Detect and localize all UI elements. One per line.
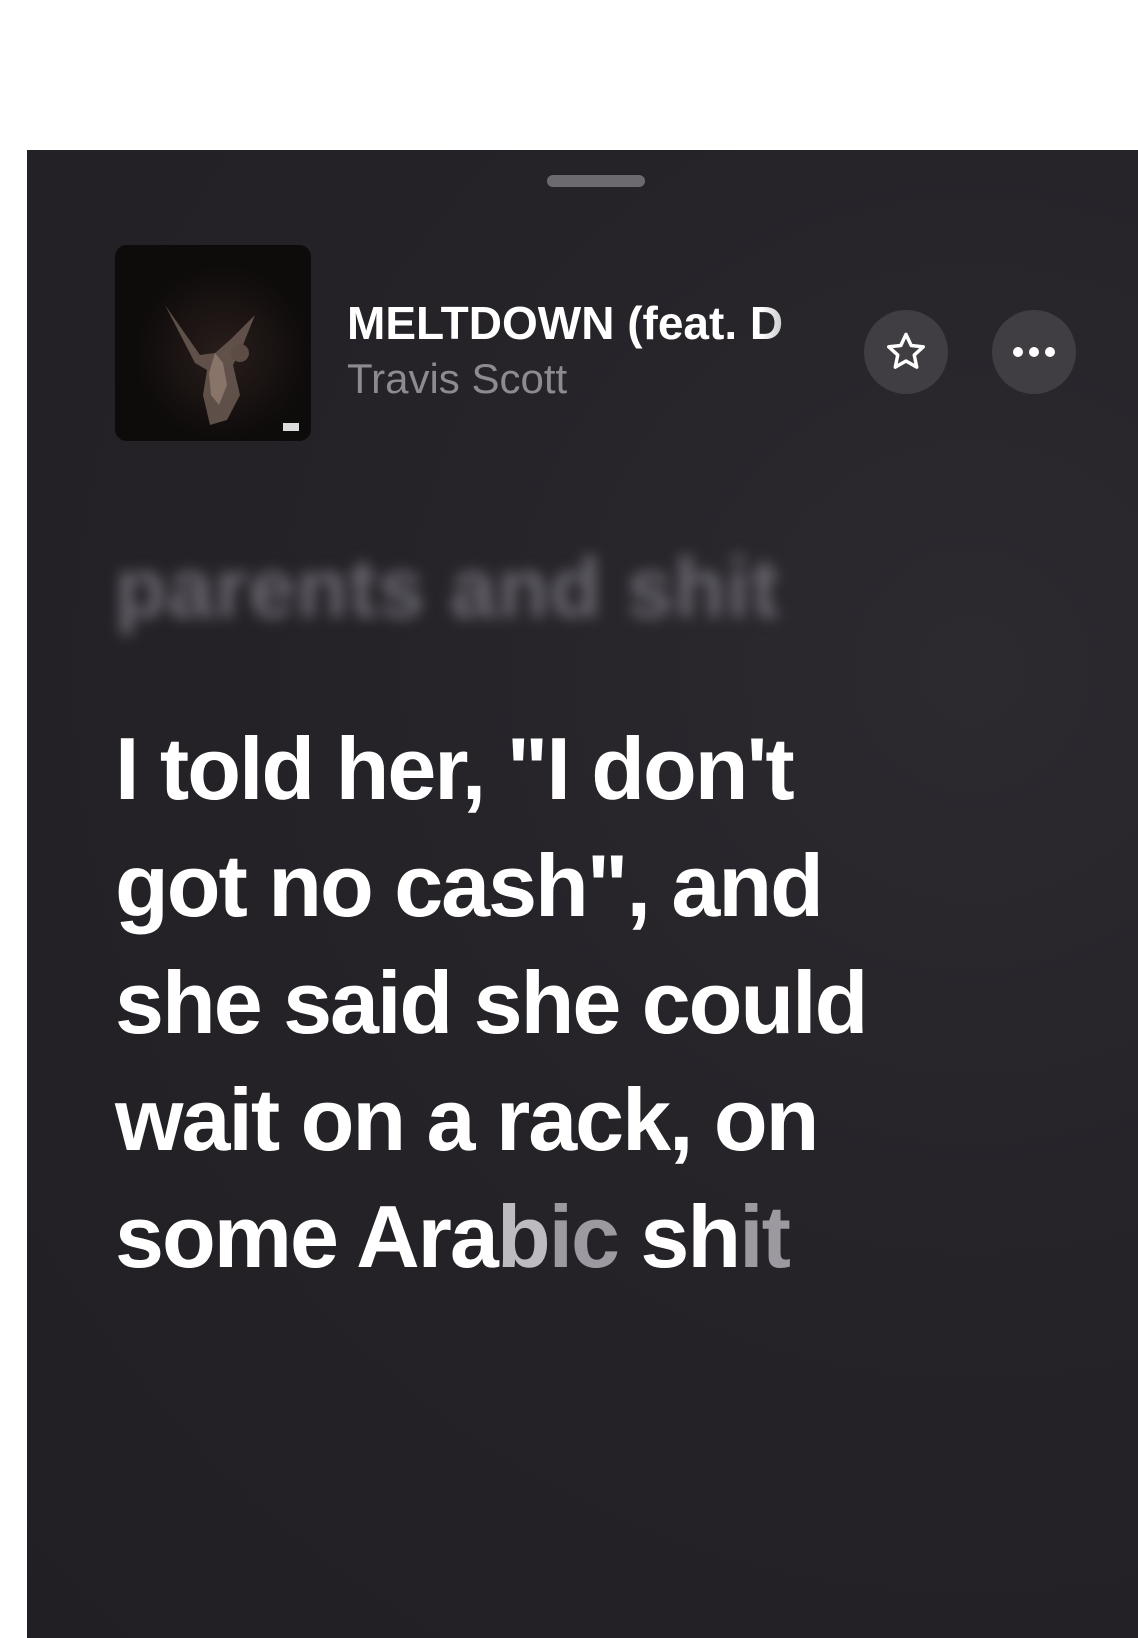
lyric-current-last-word-b: it [739,1187,791,1286]
lyric-line-previous[interactable]: parents and shit [115,540,780,637]
more-options-button[interactable] [992,310,1076,394]
ellipsis-icon [1013,347,1055,357]
favorite-button[interactable] [864,310,948,394]
album-artwork[interactable] [115,245,311,441]
lyrics-sheet: MELTDOWN (feat. D Travis Scott parents a… [27,150,1138,1638]
sheet-grabber-handle[interactable] [547,175,645,187]
lyric-line-current[interactable]: I told her, "I don't got no cash", and s… [115,710,915,1295]
song-title[interactable]: MELTDOWN (feat. D [347,295,877,351]
lyric-current-fading-a: b [496,1187,551,1286]
album-artwork-image [115,245,311,441]
star-icon [887,332,925,369]
lyric-current-fading-b: ic [548,1187,620,1286]
artist-name[interactable]: Travis Scott [347,354,567,404]
lyric-current-last-word-a: sh [640,1187,741,1286]
